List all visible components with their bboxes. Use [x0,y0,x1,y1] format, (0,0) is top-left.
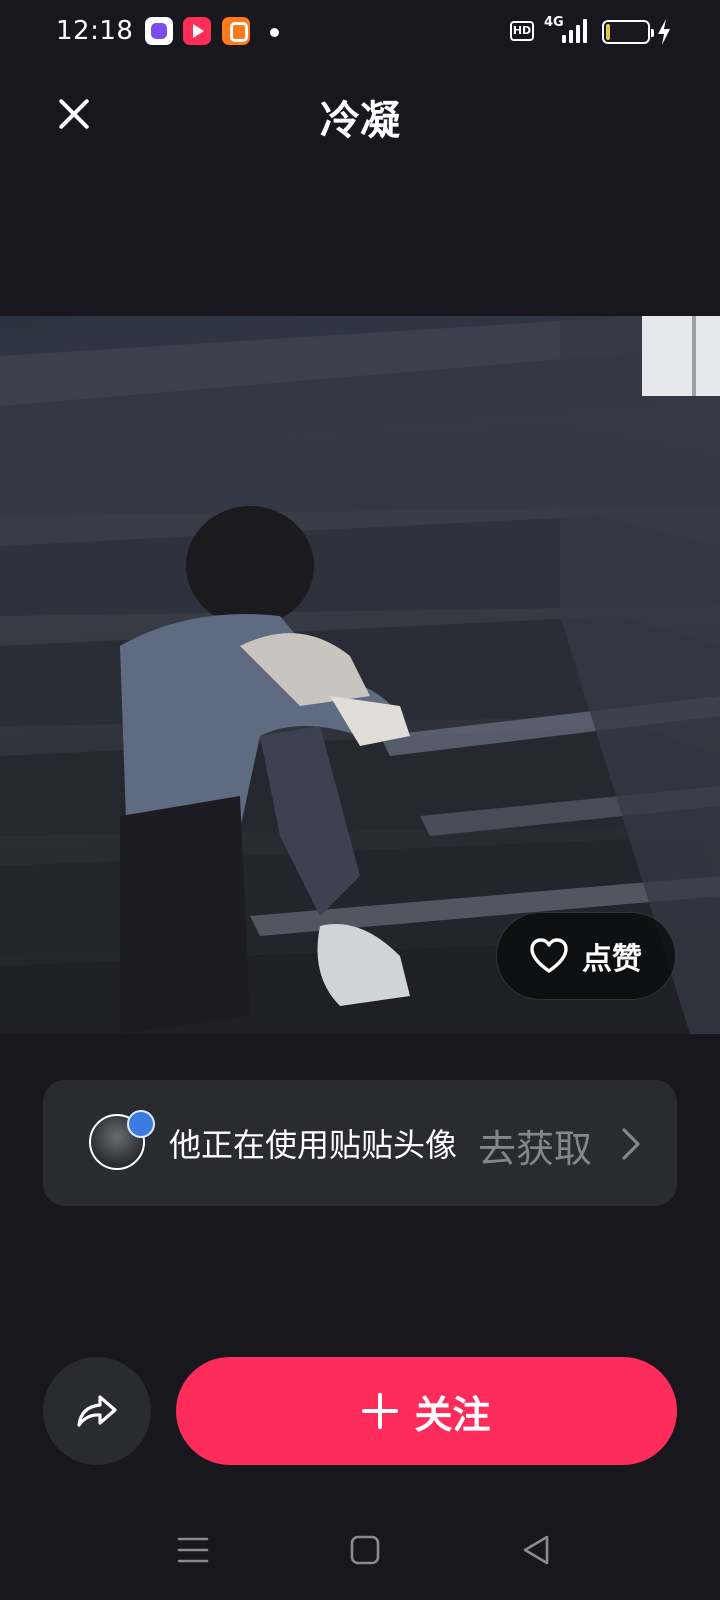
share-button[interactable] [43,1357,151,1465]
plus-icon [362,1393,399,1429]
share-icon [77,1395,117,1427]
like-label: 点赞 [582,942,642,977]
status-time: 12:18 [56,16,134,46]
back-icon[interactable] [516,1530,556,1570]
kuaishou-app-icon [222,17,250,45]
home-icon[interactable] [345,1530,385,1570]
menu-icon[interactable] [173,1530,213,1570]
status-bar: 12:18 HD 4G [0,0,720,64]
hd-icon: HD [510,21,534,41]
follow-button[interactable]: 关注 [176,1357,677,1465]
signal-icon: 4G [544,15,590,45]
charging-icon [658,19,670,45]
like-button[interactable]: 点赞 [496,912,676,1000]
chevron-right-icon [622,1128,640,1160]
follow-label: 关注 [414,1392,491,1437]
source-avatar [89,1110,155,1170]
video-app-icon [183,17,211,45]
notification-dot [270,28,279,37]
battery-icon [602,20,654,44]
source-text: 他正在使用贴贴头像 [169,1126,458,1164]
page-title: 冷凝 [320,98,400,144]
network-type-label: 4G [544,15,564,30]
heart-icon [530,938,568,973]
messenger-app-icon [145,17,173,45]
avatar-source-card[interactable]: 他正在使用贴贴头像 去获取 [43,1080,677,1206]
get-avatar-link[interactable]: 去获取 [478,1118,592,1173]
